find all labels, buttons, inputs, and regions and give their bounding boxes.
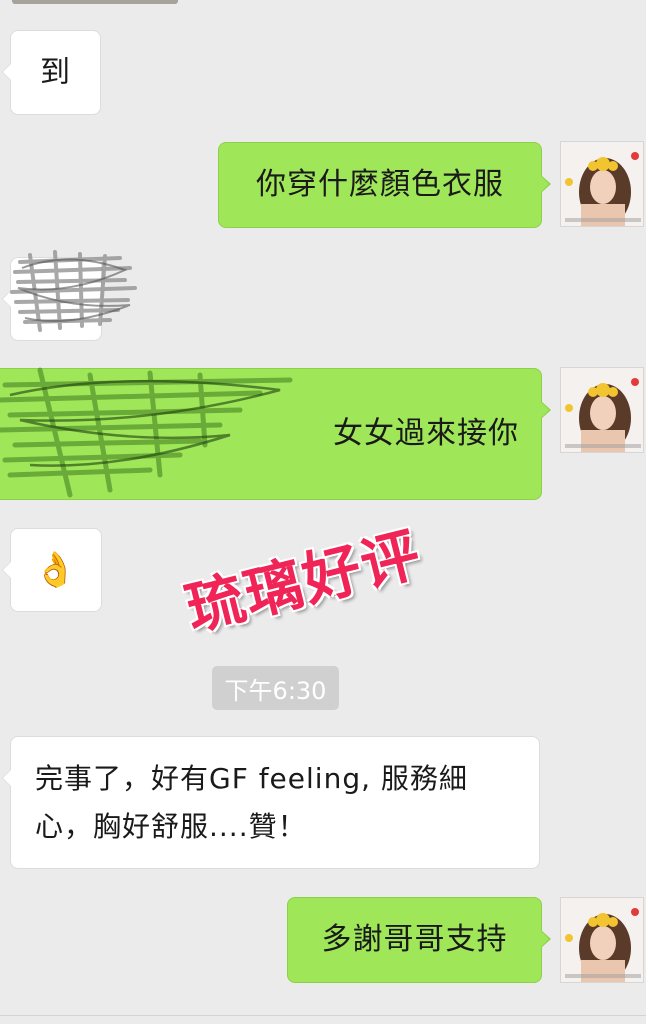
avatar-photo-icon (561, 368, 643, 452)
message-text: 你穿什麼顏色衣服 (256, 167, 504, 202)
received-message-bubble[interactable]: 到 (2, 30, 101, 115)
sent-message-bubble[interactable]: 多謝哥哥支持 (287, 897, 551, 983)
message-text: 完事了，好有GF feeling, 服務細 心，胸好舒服....贊！ (35, 761, 468, 843)
avatar-photo-icon (561, 142, 643, 226)
message-text: 女女過來接你 (333, 416, 519, 451)
received-message-bubble[interactable]: 完事了，好有GF feeling, 服務細 心，胸好舒服....贊！ (2, 736, 540, 869)
scribble-redaction-icon (0, 367, 293, 498)
contact-avatar[interactable] (560, 367, 644, 453)
ok-hand-emoji: 👌 (34, 549, 78, 590)
timestamp-label: 下午6:30 (212, 666, 339, 710)
message-text: 到 (40, 54, 71, 90)
scribble-redaction-icon (10, 250, 137, 332)
avatar-photo-icon (561, 898, 643, 982)
sent-message-bubble[interactable]: 你穿什麼顏色衣服 (218, 142, 551, 228)
message-text: 多謝哥哥支持 (321, 922, 508, 957)
input-divider (0, 1015, 646, 1016)
previous-message-edge (12, 0, 178, 4)
watermark-text: 琉璃好评 (179, 519, 429, 644)
contact-avatar[interactable] (560, 141, 644, 227)
received-message-bubble[interactable]: 👌 (2, 528, 102, 612)
contact-avatar[interactable] (560, 897, 644, 983)
